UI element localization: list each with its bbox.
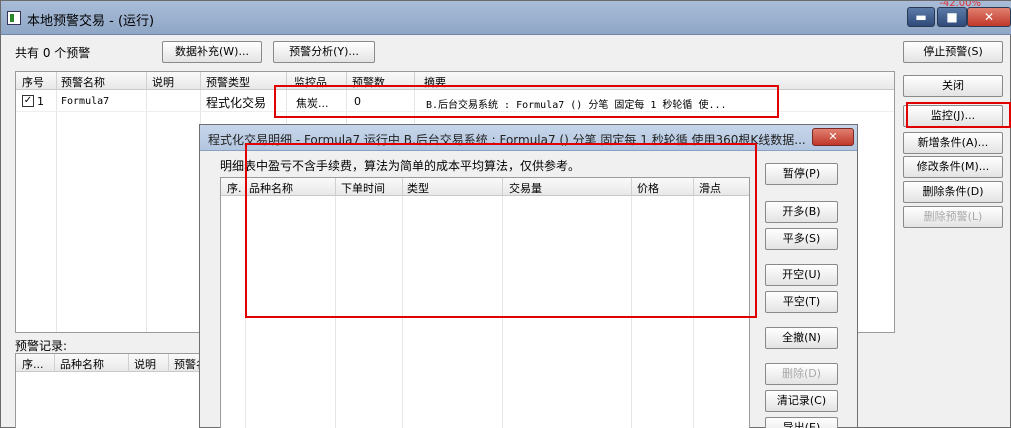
log-col-desc[interactable]: 说明 [134,356,156,372]
close-long-button[interactable]: 平多(S) [765,228,838,250]
log-col-name[interactable]: 品种名称 [60,356,104,372]
edit-condition-button[interactable]: 修改条件(M)... [903,156,1003,178]
stop-alert-button[interactable]: 停止预警(S) [903,41,1003,63]
row-index: 1 [37,95,44,108]
open-short-button[interactable]: 开空(U) [765,264,838,286]
close-short-button[interactable]: 平空(T) [765,291,838,313]
alert-analysis-button[interactable]: 预警分析(Y)... [273,41,375,63]
alert-count-label: 共有 0 个预警 [15,46,91,60]
window-title: 本地预警交易 - (运行) [27,14,155,29]
delete-button[interactable]: 删除(D) [765,363,838,385]
close-window-button[interactable]: ✕ [967,7,1011,27]
export-button[interactable]: 导出(E) [765,417,838,428]
open-long-button[interactable]: 开多(B) [765,201,838,223]
minimize-button[interactable]: ▬ [907,7,935,27]
highlight-box-summary [274,85,779,118]
delete-condition-button[interactable]: 删除条件(D) [903,181,1003,203]
col-index[interactable]: 序号 [22,74,44,90]
close-button[interactable]: 关闭 [903,75,1003,97]
add-condition-button[interactable]: 新增条件(A)... [903,132,1003,154]
main-title-bar[interactable]: 本地预警交易 - (运行) -42.00% ▬ ■ ✕ [1,1,1011,35]
delete-alert-button[interactable]: 删除预警(L) [903,206,1003,228]
row-name: Formula7 [61,96,110,107]
pause-button[interactable]: 暂停(P) [765,163,838,185]
data-supplement-button[interactable]: 数据补充(W)... [162,41,262,63]
detail-col-index[interactable]: 序. [227,180,242,196]
maximize-button[interactable]: ■ [937,7,967,27]
col-name[interactable]: 预警名称 [61,74,105,90]
row-type: 程式化交易 [206,96,267,110]
clear-records-button[interactable]: 清记录(C) [765,390,838,412]
alert-enabled-checkbox[interactable]: ✓ [22,95,34,107]
maximize-icon: ■ [946,10,958,24]
col-desc[interactable]: 说明 [152,74,174,90]
highlight-box-detail [245,143,757,318]
minimize-icon: ▬ [915,10,927,24]
highlight-box-monitor [906,102,1011,128]
alert-log-label: 预警记录: [15,339,68,353]
dialog-close-button[interactable]: ✕ [812,128,854,146]
check-icon: ✓ [23,95,33,106]
log-col-index[interactable]: 序... [22,356,44,372]
close-icon: ✕ [828,130,838,143]
app-icon [7,11,21,25]
col-type[interactable]: 预警类型 [206,74,250,90]
cancel-all-button[interactable]: 全撤(N) [765,327,838,349]
close-icon: ✕ [983,10,995,24]
